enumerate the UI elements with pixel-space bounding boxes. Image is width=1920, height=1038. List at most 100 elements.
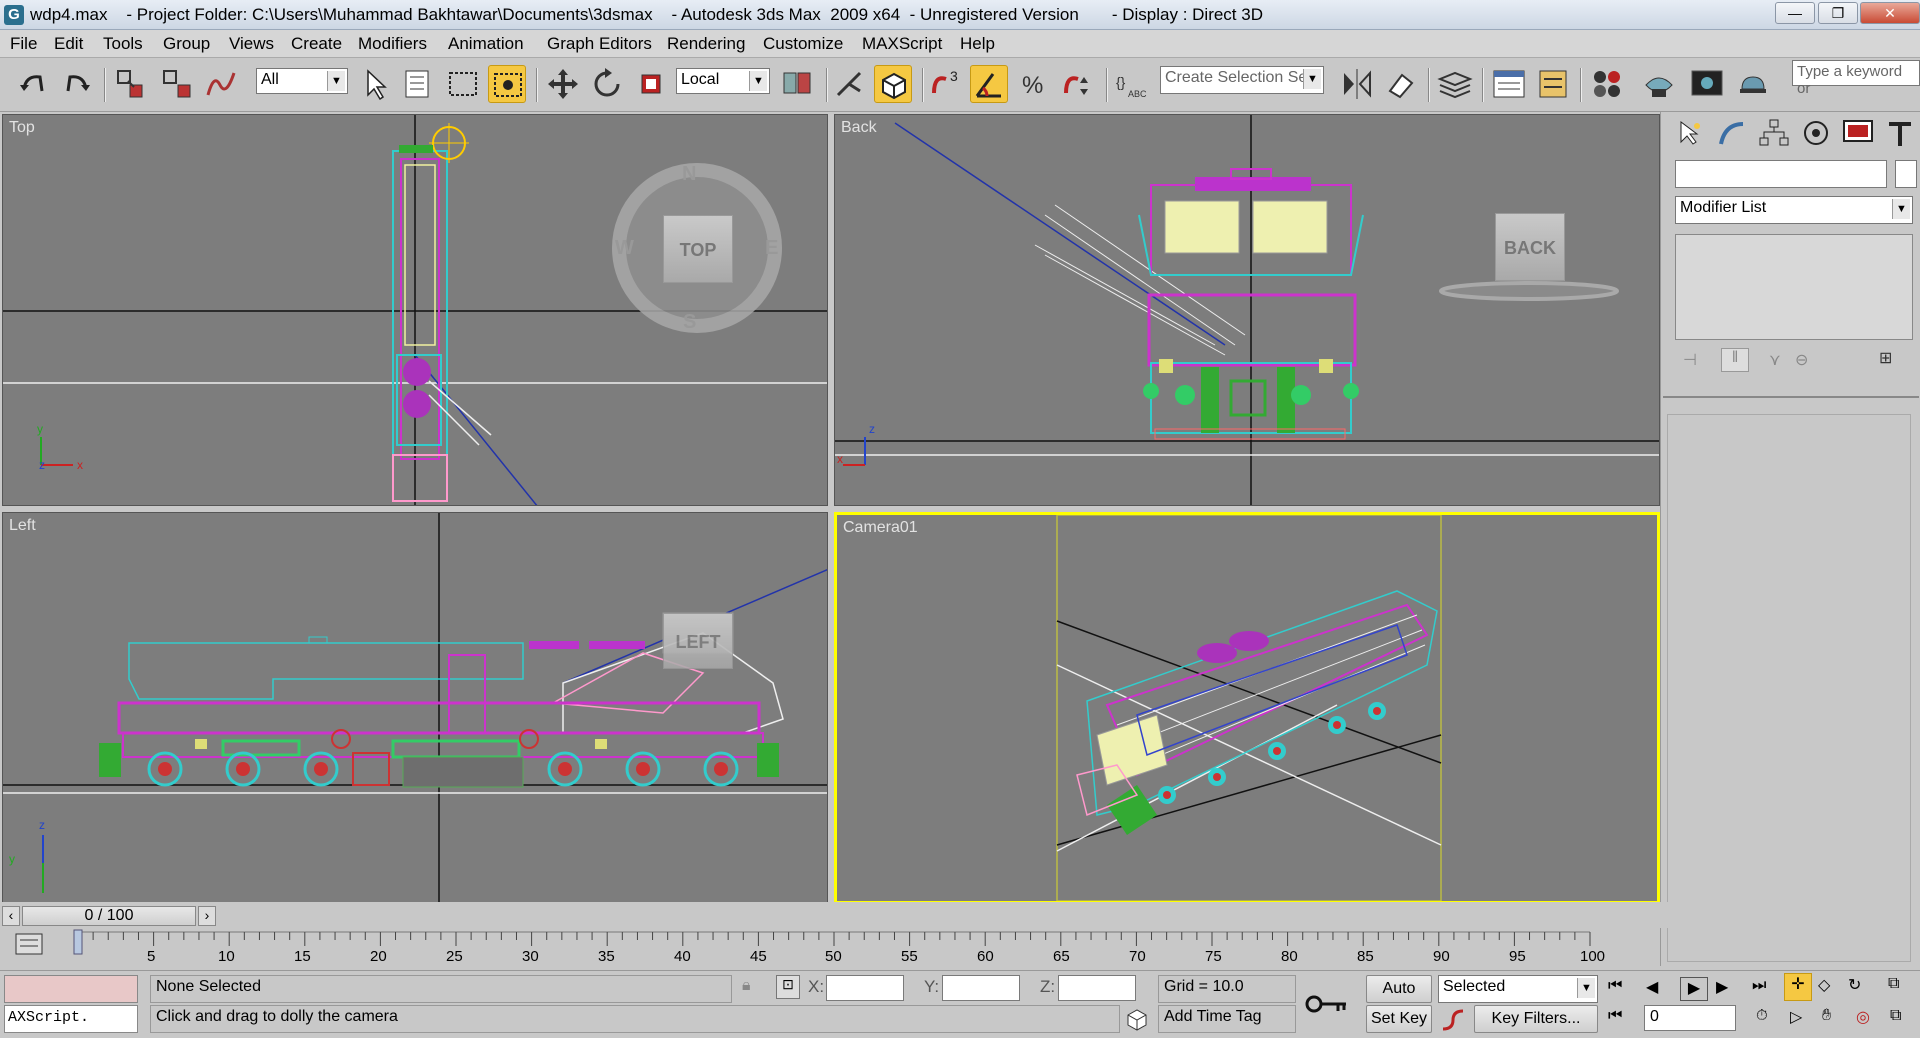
chevron-right-icon[interactable]: › (198, 906, 216, 926)
edit-named-selection-icon[interactable]: {} ABC (1112, 65, 1150, 103)
viewport-label-camera[interactable]: Camera01 (843, 519, 918, 537)
auto-key-button[interactable]: Auto Key (1366, 975, 1432, 1023)
play-icon[interactable]: ▶︎ (1680, 977, 1708, 1001)
reference-coordinate-system-dropdown[interactable]: Local ▼ (676, 68, 770, 94)
key-mode-toggle-icon[interactable]: ⏮︎ (1608, 1007, 1636, 1031)
default-in-out-tangents-icon[interactable] (1440, 1007, 1466, 1033)
lock-icon[interactable]: 🔒︎ (742, 977, 762, 999)
menu-animation[interactable]: Animation (448, 34, 524, 54)
selection-filter-dropdown[interactable]: All ▼ (256, 68, 348, 94)
key-filters-button[interactable]: Key Filters... (1474, 1005, 1598, 1033)
object-name-field[interactable] (1675, 160, 1887, 188)
menu-maxscript[interactable]: MAXScript (862, 34, 942, 54)
time-configuration-icon[interactable]: ⏱︎ (1756, 1007, 1780, 1031)
mirror-icon[interactable] (1338, 65, 1376, 103)
key-mode-dropdown[interactable]: Selected ▼ (1438, 975, 1598, 1003)
modify-tab-icon[interactable] (1715, 118, 1749, 148)
viewcube-left[interactable]: LEFT (663, 613, 733, 669)
viewport-camera[interactable]: Camera01 (834, 512, 1660, 904)
field-of-view-icon[interactable]: ▷ (1790, 1007, 1814, 1031)
hierarchy-tab-icon[interactable] (1757, 118, 1791, 148)
select-and-move-icon[interactable] (544, 65, 582, 103)
menu-views[interactable]: Views (229, 34, 274, 54)
select-and-scale-icon[interactable] (632, 65, 670, 103)
maxscript-mini-listener[interactable]: AXScript. (4, 1005, 138, 1033)
object-color-swatch[interactable] (1895, 160, 1917, 188)
viewport-label-back[interactable]: Back (841, 119, 877, 137)
percent-snap-toggle-icon[interactable]: % (1014, 65, 1052, 103)
motion-tab-icon[interactable] (1799, 118, 1833, 148)
material-editor-icon[interactable] (1588, 65, 1626, 103)
modifier-stack[interactable] (1675, 234, 1913, 340)
track-bar[interactable]: 5 10 15 20 25 30 35 40 45 50 55 60 65 70… (0, 928, 1660, 970)
set-key-icon[interactable] (1300, 977, 1354, 1031)
next-frame-icon[interactable]: ▶︎ (1716, 977, 1744, 1001)
menu-customize[interactable]: Customize (763, 34, 843, 54)
menu-help[interactable]: Help (960, 34, 995, 54)
redo-icon[interactable] (58, 65, 96, 103)
menu-file[interactable]: File (10, 34, 37, 54)
curve-editor-icon[interactable] (1490, 65, 1528, 103)
select-and-link-icon[interactable] (112, 65, 150, 103)
go-to-start-icon[interactable]: ⏮︎ (1608, 977, 1636, 1001)
orbit-icon[interactable]: ↻ (1848, 975, 1872, 999)
orbit-subobject-icon[interactable]: ◎ (1856, 1007, 1880, 1031)
minimize-button[interactable]: — (1775, 2, 1815, 24)
render-setup-icon[interactable] (1640, 65, 1678, 103)
viewcube-top[interactable]: TOP (663, 215, 733, 283)
app-icon[interactable]: G (4, 5, 24, 25)
render-production-icon[interactable] (1734, 65, 1772, 103)
z-coordinate-input[interactable] (1058, 975, 1136, 1001)
rectangular-selection-icon[interactable] (444, 65, 482, 103)
x-coordinate-input[interactable] (826, 975, 904, 1001)
window-crossing-icon[interactable] (488, 65, 526, 103)
absolute-mode-icon[interactable]: ⊡ (776, 975, 800, 999)
utilities-tab-icon[interactable] (1883, 118, 1917, 148)
keyboard-shortcut-override-icon[interactable] (874, 65, 912, 103)
time-slider-thumb[interactable]: 0 / 100 (22, 906, 196, 926)
select-object-icon[interactable] (356, 65, 394, 103)
viewport-left[interactable]: z y LEFT Left (2, 512, 828, 904)
current-frame-input[interactable]: 0 (1644, 1005, 1736, 1031)
viewport-label-top[interactable]: Top (9, 119, 35, 137)
layer-manager-icon[interactable] (1436, 65, 1474, 103)
schematic-view-icon[interactable] (1534, 65, 1572, 103)
select-by-name-icon[interactable] (398, 65, 436, 103)
maximize-button[interactable]: ❐ (1818, 2, 1858, 24)
maximize-viewport-icon[interactable]: ⧉ (1890, 1007, 1914, 1031)
menu-edit[interactable]: Edit (54, 34, 83, 54)
viewport-top[interactable]: y x z N E S W TOP Top (2, 114, 828, 506)
zoom-all-icon[interactable]: ◇ (1818, 975, 1842, 999)
previous-frame-icon[interactable]: ◀︎ (1646, 977, 1674, 1001)
angle-snap-toggle-icon[interactable] (970, 65, 1008, 103)
pivot-center-icon[interactable] (778, 65, 816, 103)
menu-create[interactable]: Create (291, 34, 342, 54)
pin-stack-icon[interactable]: ⊣ (1683, 350, 1703, 370)
zoom-icon[interactable]: ✛ (1784, 973, 1812, 1001)
menu-group[interactable]: Group (163, 34, 210, 54)
menu-rendering[interactable]: Rendering (667, 34, 745, 54)
set-key-button[interactable]: Set Key (1366, 1005, 1432, 1033)
display-tab-icon[interactable] (1841, 118, 1875, 148)
unlink-selection-icon[interactable] (158, 65, 196, 103)
close-button[interactable]: ✕ (1860, 2, 1920, 24)
spinner-snap-toggle-icon[interactable] (1058, 65, 1096, 103)
rendered-frame-window-icon[interactable] (1688, 65, 1726, 103)
configure-modifier-sets-icon[interactable]: ⊞ (1879, 348, 1905, 372)
y-coordinate-input[interactable] (942, 975, 1020, 1001)
viewport-back[interactable]: z x BACK Back (834, 114, 1660, 506)
pan-view-icon[interactable]: ✋︎ (1822, 1007, 1846, 1031)
snaps-toggle-icon[interactable]: 3 (926, 65, 964, 103)
zoom-extents-icon[interactable]: ⧉ (1888, 975, 1912, 999)
chevron-left-icon[interactable]: ‹ (2, 906, 20, 926)
create-tab-icon[interactable] (1673, 118, 1707, 148)
select-and-rotate-icon[interactable] (588, 65, 626, 103)
bind-to-space-warp-icon[interactable] (202, 65, 240, 103)
remove-modifier-icon[interactable]: ⊖ (1795, 350, 1815, 370)
add-time-tag-icon[interactable] (1124, 1007, 1150, 1033)
add-time-tag[interactable]: Add Time Tag (1158, 1005, 1296, 1033)
menu-tools[interactable]: Tools (103, 34, 143, 54)
maxscript-listener-pink[interactable] (4, 975, 138, 1003)
align-icon[interactable] (1382, 65, 1420, 103)
menu-modifiers[interactable]: Modifiers (358, 34, 427, 54)
